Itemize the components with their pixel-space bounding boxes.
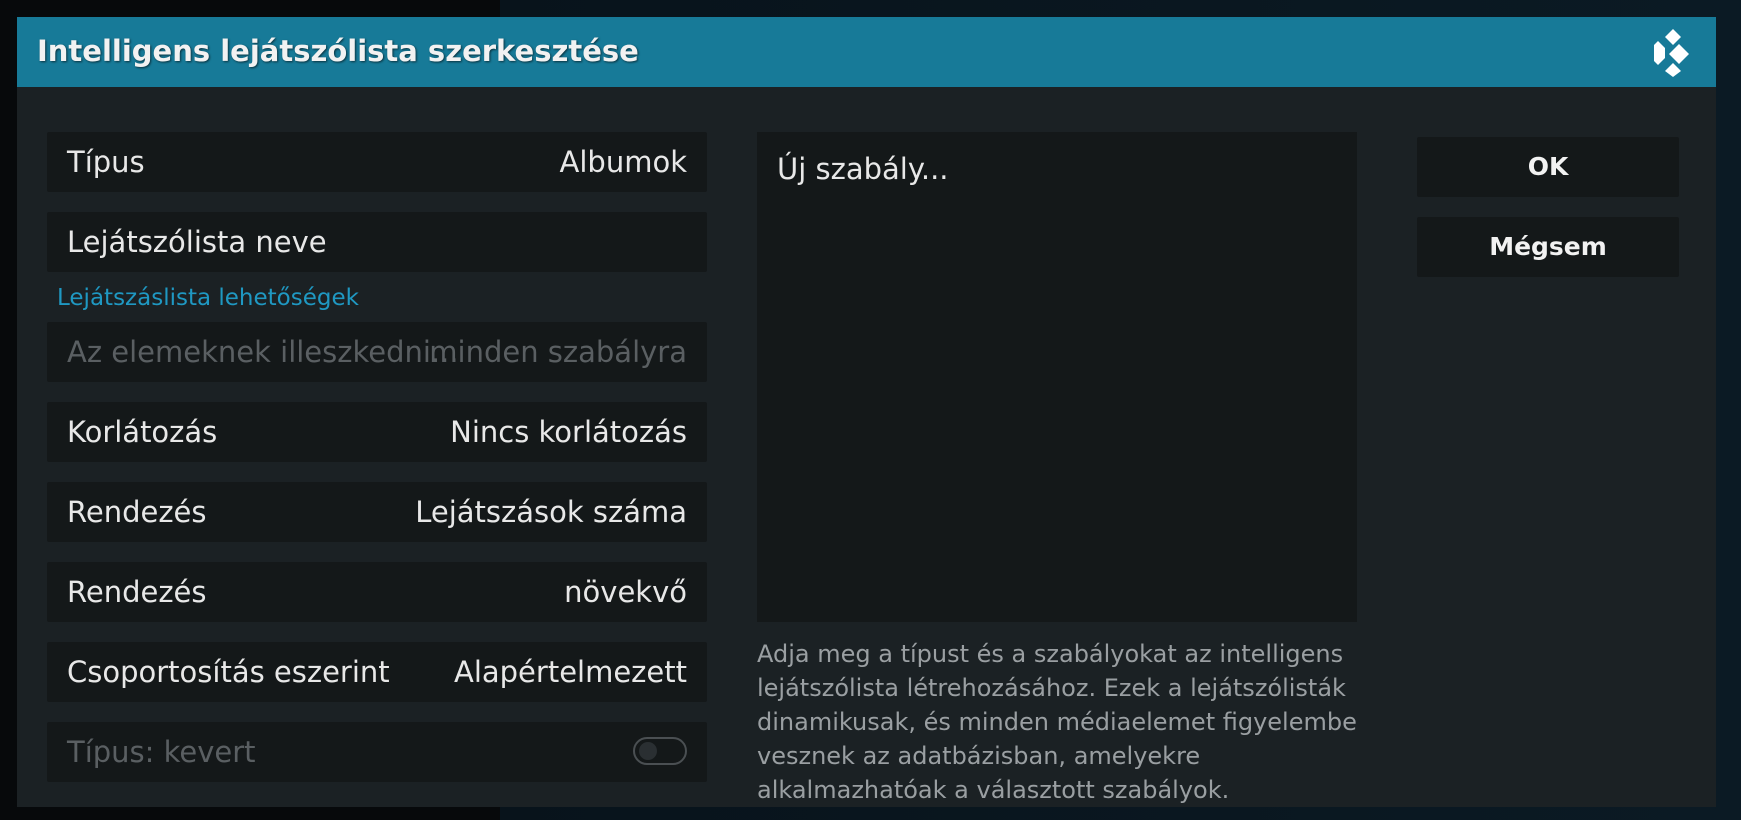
setting-value: Alapértelmezett	[453, 655, 687, 689]
smart-playlist-editor-dialog: Intelligens lejátszólista szerkesztése T…	[17, 17, 1716, 807]
help-text: Adja meg a típust és a szabályokat az in…	[757, 640, 1357, 804]
order-direction-setting[interactable]: Rendezés növekvő	[47, 562, 707, 622]
dialog-titlebar: Intelligens lejátszólista szerkesztése	[17, 17, 1716, 87]
toggle-knob	[639, 742, 657, 760]
limit-setting[interactable]: Korlátozás Nincs korlátozás	[47, 402, 707, 462]
match-rules-setting: Az elemeknek illeszkedni... minden szabá…	[47, 322, 707, 382]
mixed-type-setting: Típus: kevert	[47, 722, 707, 782]
setting-value: Albumok	[559, 145, 687, 179]
playlist-type-setting[interactable]: Típus Albumok	[47, 132, 707, 192]
rules-list: Új szabály...	[757, 132, 1357, 622]
setting-value: Lejátszások száma	[415, 495, 687, 529]
setting-label: Rendezés	[67, 575, 207, 609]
setting-label: Lejátszólista neve	[67, 225, 327, 259]
setting-label: Korlátozás	[67, 415, 218, 449]
setting-value: minden szabályra	[429, 335, 687, 369]
new-rule-item[interactable]: Új szabály...	[777, 152, 949, 186]
kodi-logo-icon	[1654, 29, 1689, 77]
cancel-button[interactable]: Mégsem	[1417, 217, 1679, 277]
group-by-setting[interactable]: Csoportosítás eszerint Alapértelmezett	[47, 642, 707, 702]
setting-value: Nincs korlátozás	[450, 415, 687, 449]
order-by-setting[interactable]: Rendezés Lejátszások száma	[47, 482, 707, 542]
setting-label: Típus: kevert	[67, 735, 256, 769]
setting-value: növekvő	[564, 575, 687, 609]
dialog-title: Intelligens lejátszólista szerkesztése	[37, 34, 639, 68]
mixed-toggle	[633, 737, 687, 765]
setting-label: Az elemeknek illeszkedni...	[67, 335, 459, 369]
setting-label: Típus	[67, 145, 145, 179]
playlist-name-setting[interactable]: Lejátszólista neve	[47, 212, 707, 272]
playlist-options-section-label: Lejátszáslista lehetőségek	[57, 285, 359, 311]
ok-button[interactable]: OK	[1417, 137, 1679, 197]
setting-label: Csoportosítás eszerint	[67, 655, 390, 689]
setting-label: Rendezés	[67, 495, 207, 529]
